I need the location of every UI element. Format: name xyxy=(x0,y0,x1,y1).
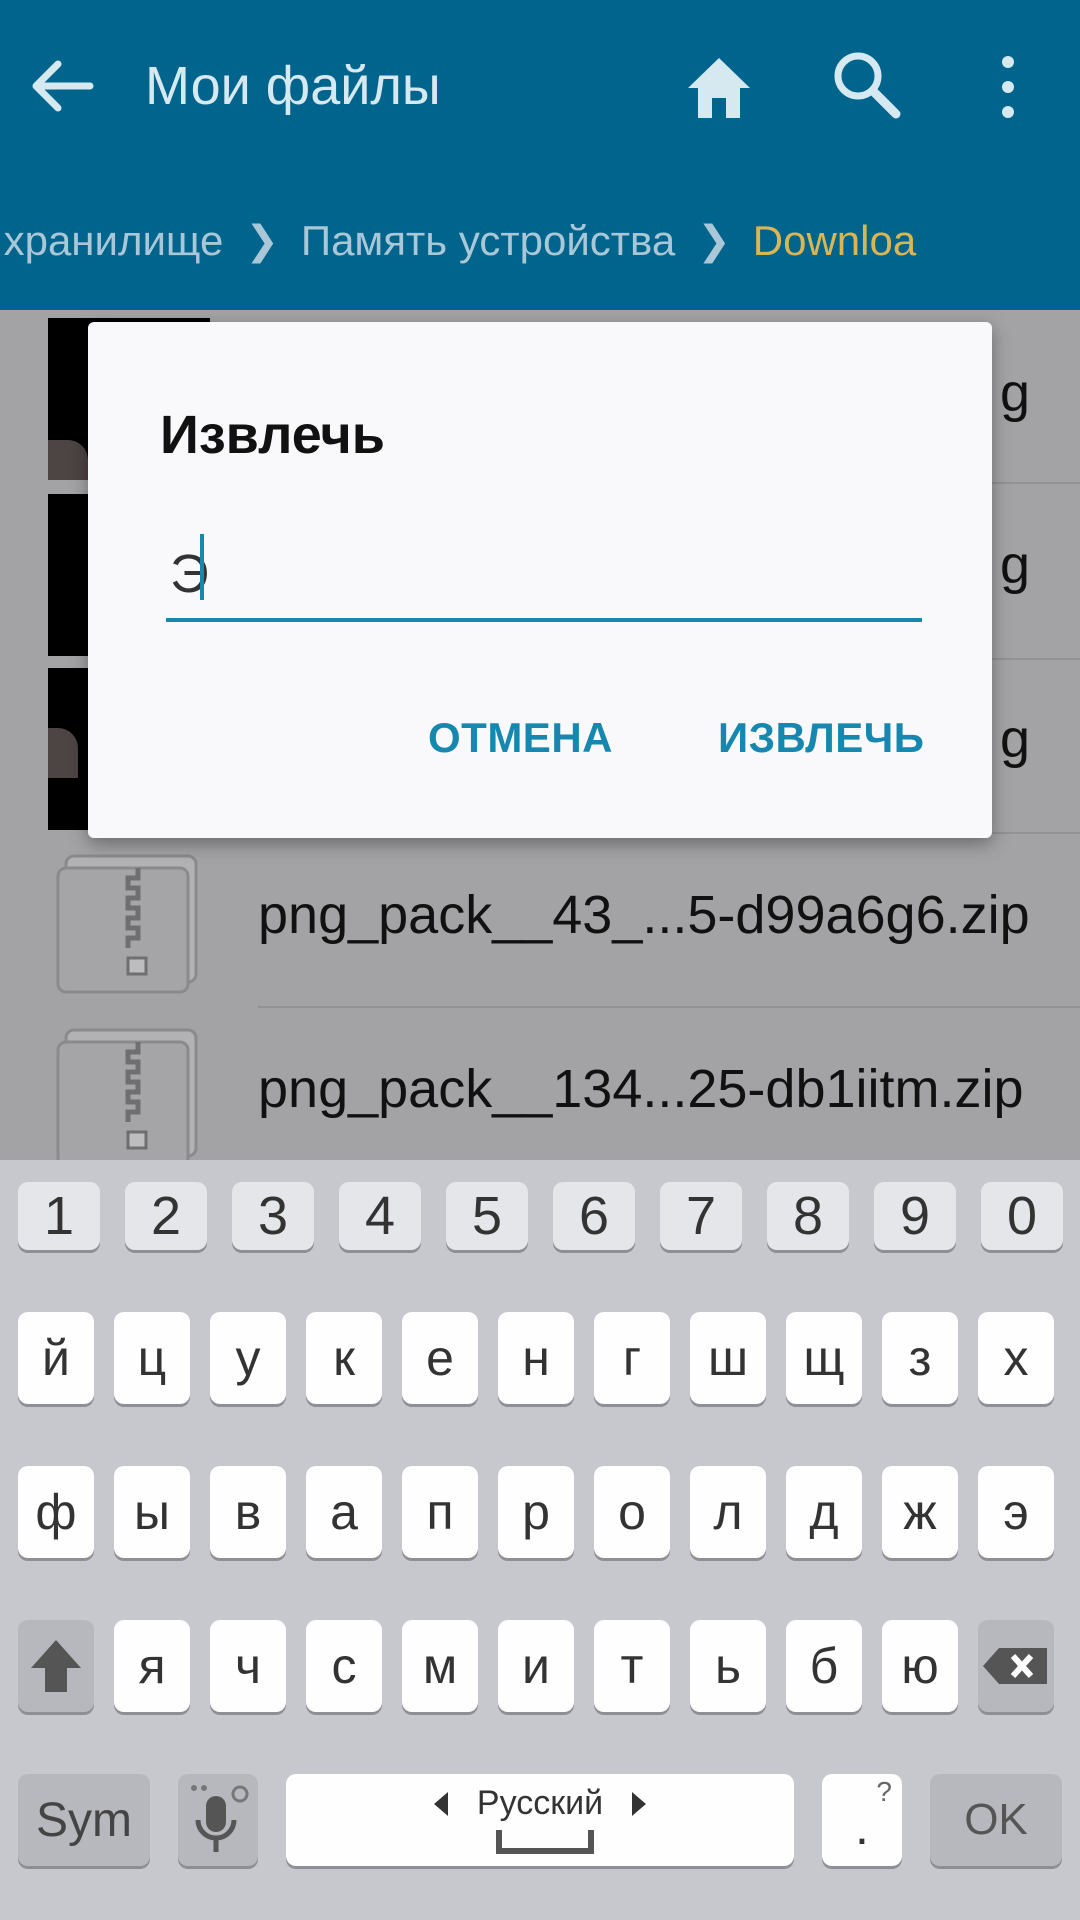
key-letter[interactable]: р xyxy=(498,1466,574,1558)
cancel-button[interactable]: ОТМЕНА xyxy=(428,714,613,762)
key-letter[interactable]: ш xyxy=(690,1312,766,1404)
shift-key[interactable] xyxy=(18,1620,94,1712)
backspace-icon xyxy=(983,1648,1047,1684)
key-8[interactable]: 8 xyxy=(767,1182,849,1250)
app-bar: Мои файлы ное хранилище ❯ Память устройс… xyxy=(0,0,1080,310)
key-letter[interactable]: з xyxy=(882,1312,958,1404)
key-letter[interactable]: ю xyxy=(882,1620,958,1712)
key-letter[interactable]: г xyxy=(594,1312,670,1404)
key-letter[interactable]: у xyxy=(210,1312,286,1404)
key-letter[interactable]: п xyxy=(402,1466,478,1558)
file-name: png_pack__134...25-db1iitm.zip xyxy=(258,1059,1024,1119)
extract-dialog: Извлечь ОТМЕНА ИЗВЛЕЧЬ xyxy=(88,322,992,838)
key-7[interactable]: 7 xyxy=(660,1182,742,1250)
key-letter[interactable]: б xyxy=(786,1620,862,1712)
text-cursor xyxy=(200,534,204,600)
file-name: g xyxy=(1000,709,1031,769)
ok-key[interactable]: OK xyxy=(930,1774,1062,1866)
key-letter[interactable]: е xyxy=(402,1312,478,1404)
key-2[interactable]: 2 xyxy=(125,1182,207,1250)
key-6[interactable]: 6 xyxy=(553,1182,635,1250)
key-letter[interactable]: д xyxy=(786,1466,862,1558)
dialog-title: Извлечь xyxy=(160,405,385,465)
extract-button[interactable]: ИЗВЛЕЧЬ xyxy=(718,714,924,762)
list-item[interactable]: png_pack__43_...5-d99a6g6.zip xyxy=(0,834,1080,1008)
key-letter[interactable]: ж xyxy=(882,1466,958,1558)
key-letter[interactable]: о xyxy=(594,1466,670,1558)
key-letter[interactable]: ц xyxy=(114,1312,190,1404)
key-letter[interactable]: щ xyxy=(786,1312,862,1404)
spacebar-icon xyxy=(496,1830,594,1854)
file-name: g xyxy=(1000,535,1031,595)
zip-archive-icon xyxy=(56,1028,198,1168)
breadcrumb-item[interactable]: Память устройства xyxy=(301,206,675,276)
key-0[interactable]: 0 xyxy=(981,1182,1063,1250)
page-title: Мои файлы xyxy=(145,56,441,116)
key-letter[interactable]: ч xyxy=(210,1620,286,1712)
key-9[interactable]: 9 xyxy=(874,1182,956,1250)
key-letter[interactable]: в xyxy=(210,1466,286,1558)
chevron-right-icon: ❯ xyxy=(245,219,279,263)
key-letter[interactable]: э xyxy=(978,1466,1054,1558)
period-label: . xyxy=(855,1799,869,1855)
file-name: g xyxy=(1000,363,1031,423)
key-5[interactable]: 5 xyxy=(446,1182,528,1250)
language-next-icon xyxy=(632,1792,646,1816)
key-letter[interactable]: т xyxy=(594,1620,670,1712)
key-letter[interactable]: н xyxy=(498,1312,574,1404)
key-4[interactable]: 4 xyxy=(339,1182,421,1250)
key-letter[interactable]: ь xyxy=(690,1620,766,1712)
period-hint: ? xyxy=(876,1776,892,1807)
voice-input-key[interactable] xyxy=(178,1774,258,1866)
key-letter[interactable]: ф xyxy=(18,1466,94,1558)
microphone-icon xyxy=(191,1785,249,1852)
key-3[interactable]: 3 xyxy=(232,1182,314,1250)
backspace-key[interactable] xyxy=(978,1620,1054,1712)
space-key[interactable]: Русский xyxy=(286,1774,794,1866)
folder-name-input[interactable] xyxy=(170,542,910,606)
key-letter[interactable]: х xyxy=(978,1312,1054,1404)
home-icon[interactable] xyxy=(684,52,754,122)
breadcrumb-current[interactable]: Downloa xyxy=(753,206,916,276)
chevron-right-icon: ❯ xyxy=(697,219,731,263)
key-letter[interactable]: я xyxy=(114,1620,190,1712)
key-1[interactable]: 1 xyxy=(18,1182,100,1250)
key-letter[interactable]: с xyxy=(306,1620,382,1712)
shift-arrow-icon xyxy=(31,1640,81,1692)
search-icon[interactable] xyxy=(830,48,902,120)
key-letter[interactable]: и xyxy=(498,1620,574,1712)
breadcrumb-item[interactable]: ное хранилище xyxy=(0,206,223,276)
more-vert-icon[interactable] xyxy=(990,52,1026,122)
key-letter[interactable]: л xyxy=(690,1466,766,1558)
key-letter[interactable]: а xyxy=(306,1466,382,1558)
key-letter[interactable]: к xyxy=(306,1312,382,1404)
list-item[interactable]: png_pack__134...25-db1iitm.zip xyxy=(0,1008,1080,1182)
period-key[interactable]: ? . xyxy=(822,1774,902,1866)
zip-archive-icon xyxy=(56,854,198,994)
file-name: png_pack__43_...5-d99a6g6.zip xyxy=(258,885,1030,945)
on-screen-keyboard: 1 2 3 4 5 6 7 8 9 0 й ц у к е н г ш щ з … xyxy=(0,1160,1080,1920)
breadcrumb: ное хранилище ❯ Память устройства ❯ Down… xyxy=(0,206,1030,276)
key-letter[interactable]: й xyxy=(18,1312,94,1404)
key-letter[interactable]: м xyxy=(402,1620,478,1712)
keyboard-language: Русский xyxy=(476,1784,604,1822)
back-arrow-icon[interactable] xyxy=(28,52,96,120)
folder-name-field[interactable] xyxy=(166,528,922,622)
key-letter[interactable]: ы xyxy=(114,1466,190,1558)
sym-key[interactable]: Sym xyxy=(18,1774,150,1866)
